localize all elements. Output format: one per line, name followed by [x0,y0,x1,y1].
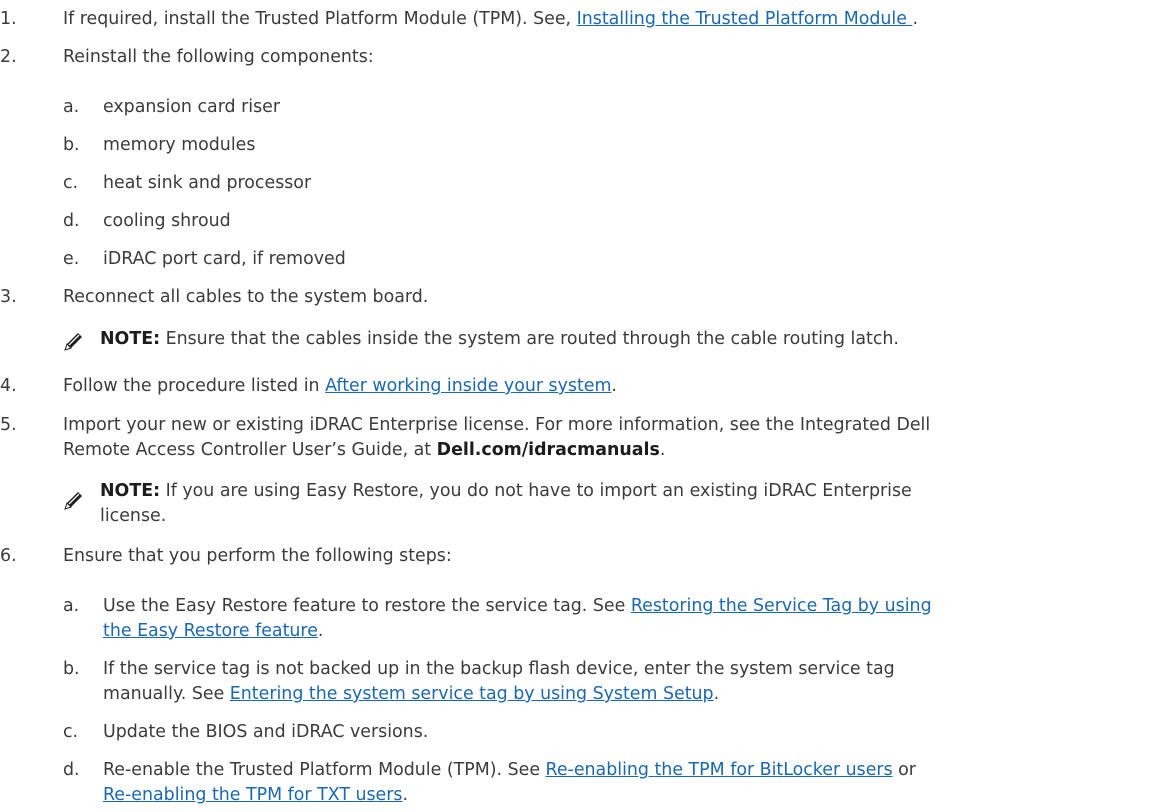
link-reenable-tpm-bitlocker[interactable]: Re-enabling the TPM for BitLocker users [546,760,893,780]
link-easy-restore-feature[interactable]: the Easy Restore feature [103,621,318,641]
step-text: If required, install the Trusted Platfor… [63,9,577,29]
note-pencil-icon [64,492,82,510]
step-number: 3. [0,287,17,307]
link-after-working-inside[interactable]: After working inside your system [325,376,611,396]
note-text: Ensure that the cables inside the system… [160,329,899,349]
step-number: 1. [0,9,17,29]
step-number: 5. [0,415,17,435]
link-entering-service-tag[interactable]: Entering the system service tag by using… [230,684,714,704]
step-text: Follow the procedure listed in [63,376,326,396]
note-text: If you are using Easy Restore, you do no… [160,481,912,501]
step-number: 2. [0,47,17,67]
note-label: NOTE: [100,481,161,501]
step-text: Import your new or existing iDRAC Enterp… [63,415,931,435]
step-text: Reconnect all cables to the system board… [63,287,429,307]
step-number: 6. [0,546,17,566]
link-restoring-service-tag[interactable]: Restoring the Service Tag by using [631,596,932,616]
link-reenable-tpm-txt[interactable]: Re-enabling the TPM for TXT users [103,785,402,805]
idrac-manuals-url: Dell.com/idracmanuals [436,440,660,460]
step-number: 4. [0,376,17,396]
step-text: Reinstall the following components: [63,47,374,67]
note-label: NOTE: [100,329,161,349]
link-installing-tpm[interactable]: Installing the Trusted Platform Module [577,9,913,29]
step-text: Ensure that you perform the following st… [63,546,452,566]
note-pencil-icon [64,333,82,351]
